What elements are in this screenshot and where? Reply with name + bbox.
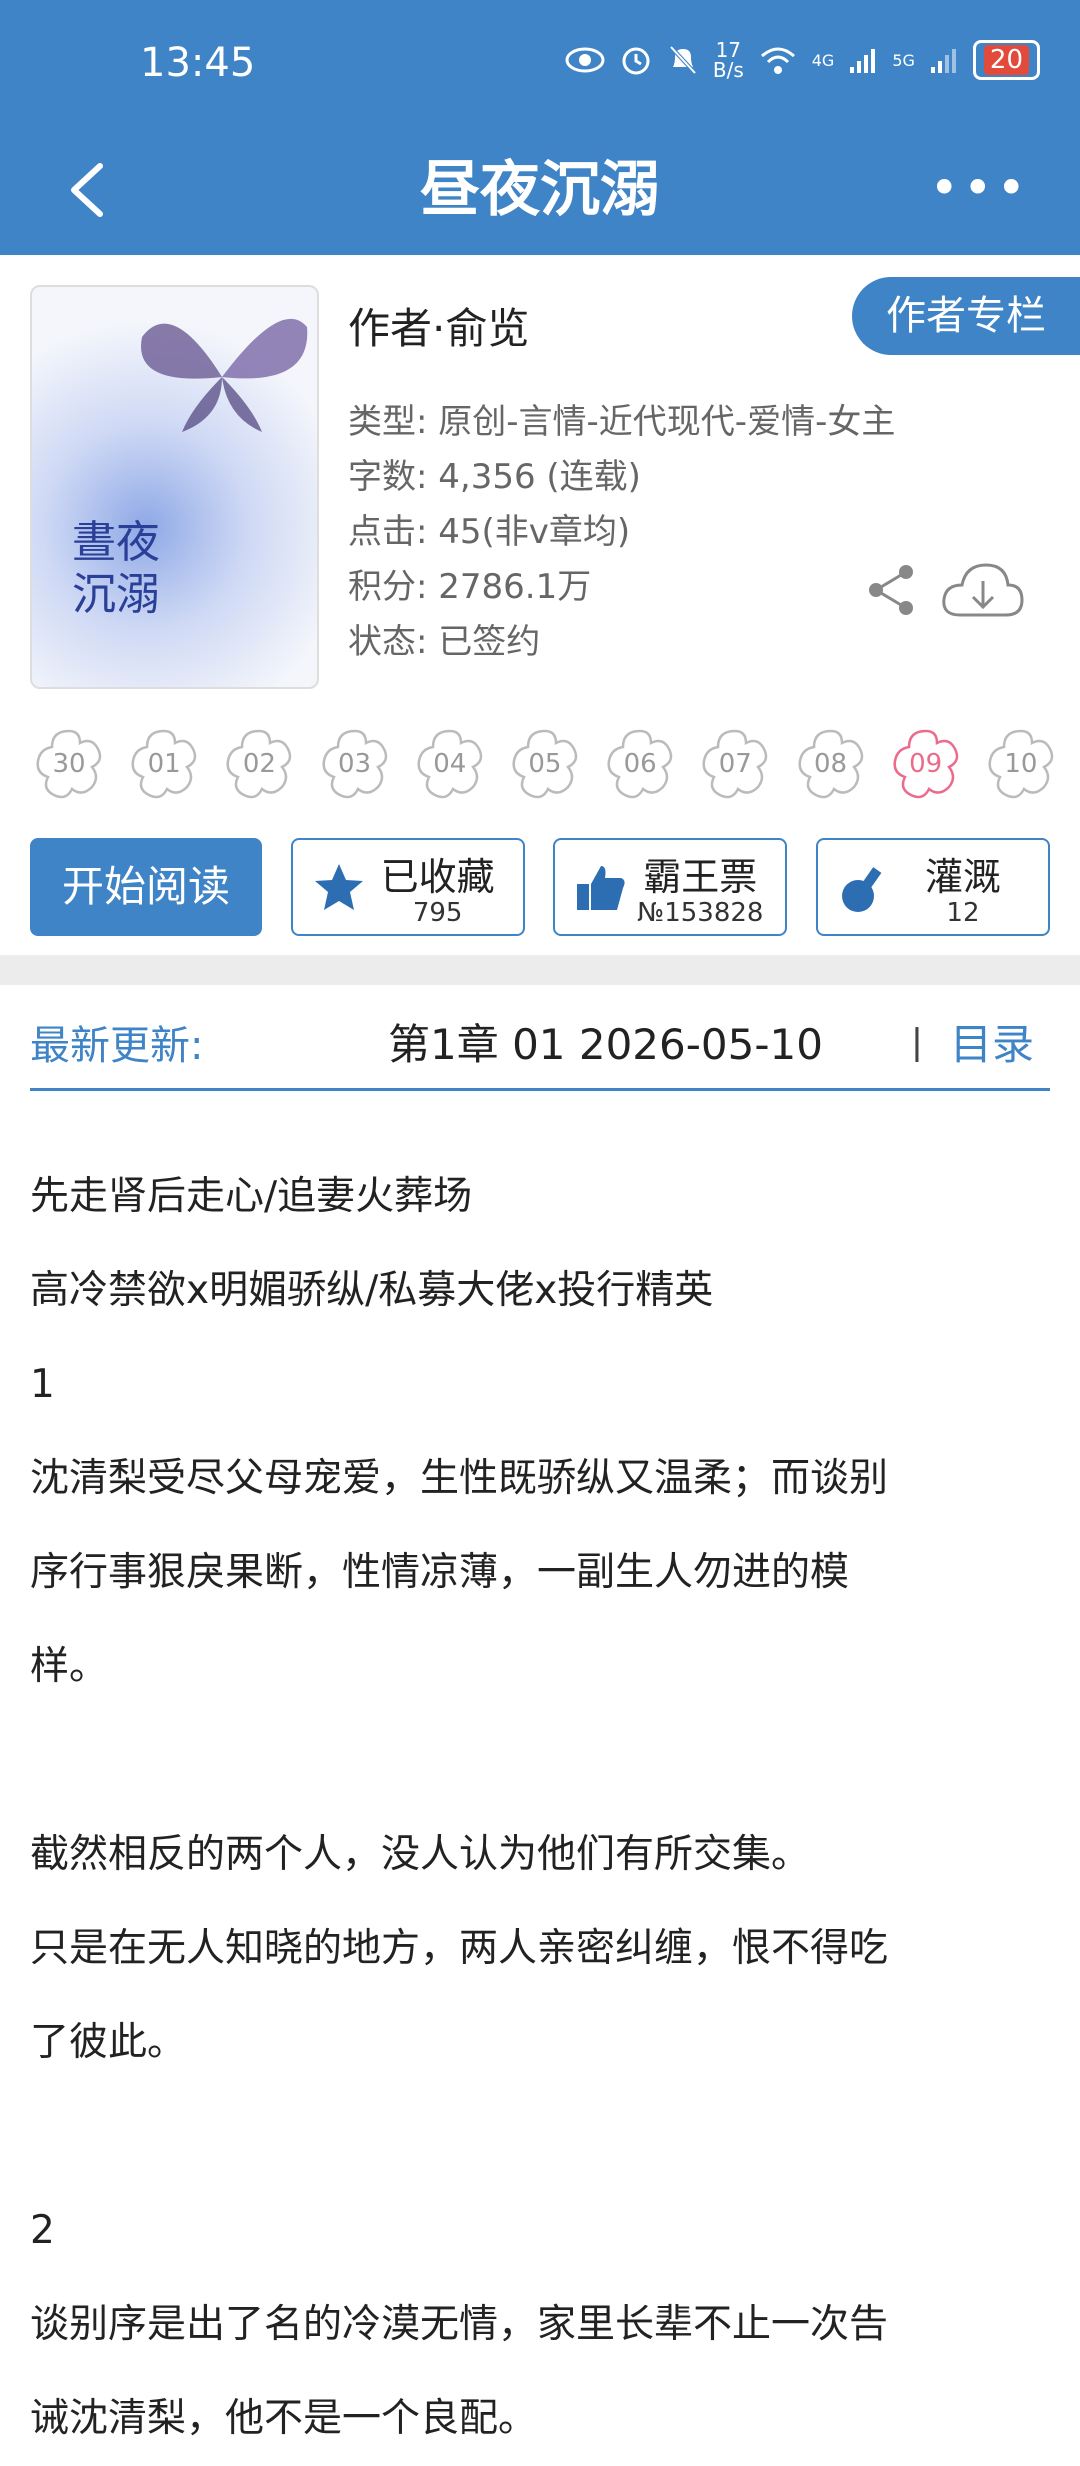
share-icon[interactable]: [862, 560, 922, 620]
collect-button[interactable]: 已收藏 795: [290, 838, 525, 936]
action-buttons: 开始阅读 已收藏 795 霸王票 №153828 灌溉 12: [30, 838, 1050, 936]
book-meta: 类型: 原创-言情-近代现代-爱情-女主 字数: 4,356 (连载) 点击: …: [348, 395, 895, 670]
flower-label: 06: [623, 749, 657, 779]
flower-label: 03: [338, 749, 372, 779]
page-title: 昼夜沉溺: [420, 155, 660, 225]
start-reading-button[interactable]: 开始阅读: [30, 838, 262, 936]
flower-badge[interactable]: 05: [506, 725, 584, 803]
signal-1-label: 4G: [811, 50, 835, 70]
signal-2-icon: [930, 49, 956, 73]
battery-level: 20: [983, 45, 1029, 75]
flower-label: 04: [433, 749, 467, 779]
desc-blank-line: [30, 2090, 1060, 2184]
eye-icon: [565, 47, 605, 73]
flower-badge[interactable]: 07: [696, 725, 774, 803]
desc-line: 诫沈清梨，他不是一个良配。: [30, 2396, 538, 2441]
book-description: 先走肾后走心/追妻火葬场 高冷禁欲x明媚骄纵/私募大佬x投行精英 1 沈清梨受尽…: [30, 1150, 1060, 2466]
vote-label: 霸王票: [643, 855, 758, 899]
flower-label: 07: [718, 749, 752, 779]
book-author[interactable]: 作者·俞览: [348, 295, 529, 356]
book-info-card: 晝夜沉溺 作者·俞览 作者专栏 类型: 原创-言情-近代现代-爱情-女主 字数:…: [0, 255, 1080, 955]
latest-chapter-link[interactable]: 第1章 01 2026-05-10: [388, 1011, 823, 1072]
meta-word-count: 字数: 4,356 (连载): [348, 457, 641, 497]
net-speed-value: 17: [715, 38, 742, 62]
desc-line: 了彼此。: [30, 2020, 187, 2065]
desc-line: 样。: [30, 1644, 109, 1689]
butterfly-illustration: [141, 318, 308, 432]
flower-badge[interactable]: 03: [316, 725, 394, 803]
desc-line: 先走肾后走心/追妻火葬场: [30, 1174, 473, 1219]
more-menu-icon[interactable]: •••: [930, 158, 1030, 218]
book-cover[interactable]: 晝夜沉溺: [30, 285, 319, 689]
flower-badge[interactable]: 10: [982, 725, 1060, 803]
table-of-contents-link[interactable]: 目录: [950, 1011, 1034, 1072]
flower-label: 02: [242, 749, 276, 779]
status-time: 13:45: [140, 40, 256, 86]
flower-label: 08: [813, 749, 848, 779]
net-speed-unit: B/s: [712, 58, 744, 82]
cover-title: 晝夜沉溺: [72, 517, 160, 620]
wifi-icon: [760, 47, 795, 74]
desc-line: 沈清梨受尽父母宠爱，生性既骄纵又温柔；而谈别: [30, 1456, 889, 1501]
flower-badge[interactable]: 06: [601, 725, 679, 803]
irrigate-label: 灌溉: [924, 855, 1001, 899]
update-underline: [30, 1088, 1050, 1091]
flower-badge-active[interactable]: 09: [887, 725, 965, 803]
signal-1-icon: [850, 49, 876, 73]
desc-line: 序行事狠戾果断，性情凉薄，一副生人勿进的模: [30, 1550, 850, 1595]
section-divider: [0, 955, 1080, 985]
alarm-icon: [622, 47, 650, 75]
app-header: 13:45 17 B/s 4G 5G 20 昼夜沉溺 •••: [0, 0, 1080, 255]
battery-indicator: 20: [972, 40, 1040, 80]
irrigate-count: 12: [946, 898, 980, 928]
author-column-button[interactable]: 作者专栏: [852, 277, 1080, 355]
latest-update-bar: 最新更新: 第1章 01 2026-05-10 丨 目录: [0, 985, 1080, 1120]
collect-count: 795: [412, 898, 463, 928]
download-cloud-icon[interactable]: [940, 555, 1025, 625]
flower-badge[interactable]: 08: [792, 725, 870, 803]
desc-line: 2: [30, 2208, 55, 2253]
status-bar: 13:45 17 B/s 4G 5G 20: [0, 0, 1080, 130]
nav-bar: 昼夜沉溺 •••: [0, 130, 1080, 255]
desc-line: 谈别序是出了名的冷漠无情，家里长辈不止一次告: [30, 2302, 889, 2347]
signal-2-label: 5G: [892, 50, 915, 70]
flower-label: 01: [147, 749, 181, 779]
meta-points: 积分: 2786.1万: [348, 567, 592, 607]
flower-rating-row: 30 01 02 03 04 05 06 07 08 09 10: [30, 725, 1060, 820]
desc-line: 1: [30, 1362, 55, 1407]
flower-label: 10: [1004, 749, 1038, 779]
flower-label: 05: [528, 749, 562, 779]
desc-blank-line: [30, 1714, 1060, 1808]
collect-label: 已收藏: [380, 855, 495, 899]
mute-bell-icon: [669, 45, 697, 75]
flower-badge[interactable]: 04: [411, 725, 489, 803]
vote-button[interactable]: 霸王票 №153828: [553, 838, 788, 936]
desc-line: 高冷禁欲x明媚骄纵/私募大佬x投行精英: [30, 1268, 714, 1313]
vote-count: №153828: [637, 898, 764, 928]
meta-type: 类型: 原创-言情-近代现代-爱情-女主: [348, 402, 896, 442]
flower-badge[interactable]: 01: [125, 725, 203, 803]
desc-line: 只是在无人知晓的地方，两人亲密纠缠，恨不得吃: [30, 1926, 889, 1971]
meta-clicks: 点击: 45(非v章均): [348, 512, 631, 552]
status-icons: 17 B/s 4G 5G 20: [565, 40, 1040, 80]
flower-badge[interactable]: 30: [30, 725, 108, 803]
desc-line: 截然相反的两个人，没人认为他们有所交集。: [30, 1832, 811, 1877]
meta-status: 状态: 已签约: [348, 622, 541, 662]
net-speed: 17 B/s: [713, 40, 744, 80]
flower-label: 30: [52, 749, 86, 779]
update-separator: 丨: [898, 1024, 937, 1068]
flower-label: 09: [909, 749, 943, 779]
irrigate-button[interactable]: 灌溉 12: [815, 838, 1050, 936]
flower-badge[interactable]: 02: [220, 725, 298, 803]
latest-update-label: 最新更新:: [30, 1023, 204, 1069]
